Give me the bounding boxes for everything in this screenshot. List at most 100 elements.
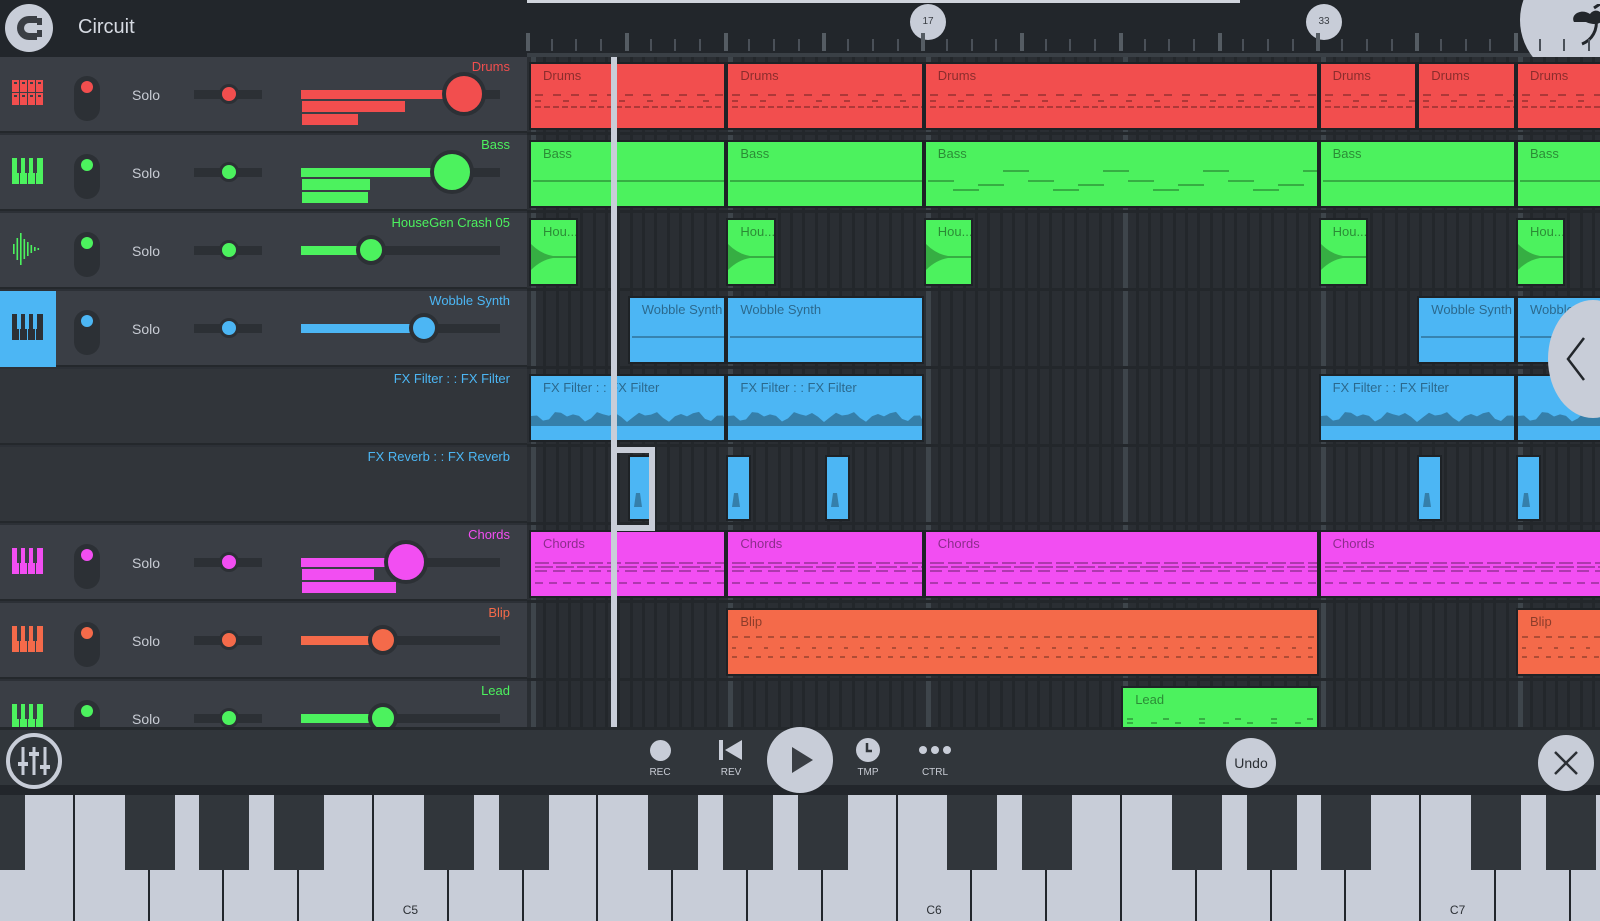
solo-button[interactable]: Solo [132, 87, 160, 103]
pattern-clip[interactable]: FX Filter : : FX Filter [726, 374, 924, 442]
channel-row[interactable]: Solo Drums [0, 57, 527, 133]
volume-knob[interactable] [384, 540, 429, 584]
mixer-button[interactable] [6, 733, 62, 789]
control-button[interactable]: CTRL [905, 733, 965, 778]
pattern-clip[interactable]: Blip [1516, 608, 1600, 676]
pattern-clip[interactable] [825, 455, 850, 521]
channel-row[interactable]: FX Reverb : : FX Reverb [0, 447, 527, 523]
black-key[interactable] [723, 795, 773, 870]
pattern-clip[interactable]: Wobble Synth [1417, 296, 1516, 364]
black-key[interactable] [1545, 795, 1596, 870]
selection-box[interactable] [611, 447, 655, 531]
pattern-clip[interactable]: Hou... [1516, 218, 1566, 286]
pan-knob[interactable] [219, 708, 239, 727]
solo-button[interactable]: Solo [132, 555, 160, 571]
black-key[interactable] [1471, 795, 1521, 870]
timeline-ruler[interactable]: 17 33 [526, 0, 1600, 80]
black-key[interactable] [1246, 795, 1297, 870]
pattern-clip[interactable]: Drums [1417, 62, 1516, 130]
pattern-clip[interactable]: Wobble Synth [627, 296, 727, 364]
black-key[interactable] [797, 795, 848, 870]
close-button[interactable] [1538, 735, 1594, 791]
pattern-clip[interactable]: Chords [726, 530, 924, 598]
channel-row[interactable]: Solo HouseGen Crash 05 [0, 213, 527, 289]
pattern-clip[interactable]: Drums [923, 62, 1319, 130]
arrangement-playlist[interactable]: Drums Drums Drums Drums Drums Drums Bass Bass Ba… [527, 57, 1600, 727]
pattern-clip[interactable]: Bass [923, 140, 1319, 208]
app-menu-button[interactable] [5, 4, 53, 52]
undo-button[interactable]: Undo [1226, 738, 1276, 788]
channel-row[interactable]: Solo Lead [0, 681, 527, 727]
pan-slider[interactable] [194, 552, 262, 572]
pan-slider[interactable] [194, 240, 262, 260]
play-button[interactable] [767, 727, 833, 793]
black-key[interactable] [0, 795, 25, 870]
playhead[interactable] [611, 57, 617, 727]
black-key[interactable] [947, 795, 998, 870]
pattern-clip[interactable]: Blip [726, 608, 1319, 676]
mute-toggle[interactable] [74, 232, 100, 277]
pan-knob[interactable] [219, 552, 239, 572]
playlist-lane[interactable] [527, 213, 1600, 291]
pattern-clip[interactable]: Bass [726, 140, 924, 208]
pattern-clip[interactable]: Chords [529, 530, 727, 598]
pan-knob[interactable] [219, 240, 239, 260]
pattern-clip[interactable]: Bass [1516, 140, 1600, 208]
pan-knob[interactable] [219, 318, 239, 338]
solo-button[interactable]: Solo [132, 633, 160, 649]
pan-slider[interactable] [194, 162, 262, 182]
pattern-clip[interactable]: Bass [529, 140, 727, 208]
pattern-clip[interactable]: Hou... [923, 218, 974, 286]
volume-knob[interactable] [442, 72, 487, 116]
channel-row[interactable]: Solo Bass [0, 135, 527, 211]
mute-toggle[interactable] [74, 700, 100, 727]
pan-knob[interactable] [219, 162, 239, 182]
channel-row[interactable]: Solo Wobble Synth [0, 291, 527, 367]
volume-slider[interactable] [301, 72, 500, 116]
channel-row[interactable]: Solo Blip [0, 603, 527, 679]
bar-marker-17[interactable]: 17 [910, 4, 946, 40]
channel-row[interactable]: Solo Chords [0, 525, 527, 601]
black-key[interactable] [1022, 795, 1073, 870]
volume-knob[interactable] [367, 625, 398, 655]
channel-instrument-button[interactable] [0, 525, 56, 601]
pattern-clip[interactable]: Chords [1318, 530, 1600, 598]
black-key[interactable] [199, 795, 250, 870]
tempo-button[interactable]: TMP [838, 733, 898, 778]
mute-toggle[interactable] [74, 544, 100, 589]
pattern-clip[interactable]: Hou... [529, 218, 579, 286]
solo-button[interactable]: Solo [132, 165, 160, 181]
volume-slider[interactable] [301, 540, 500, 584]
record-button[interactable]: REC [630, 733, 690, 778]
solo-button[interactable]: Solo [132, 321, 160, 337]
pattern-clip[interactable] [726, 455, 752, 521]
solo-button[interactable]: Solo [132, 243, 160, 259]
pan-slider[interactable] [194, 630, 262, 650]
pattern-clip[interactable]: Hou... [726, 218, 776, 286]
pattern-clip[interactable]: Drums [1516, 62, 1600, 130]
mute-toggle[interactable] [74, 310, 100, 355]
black-key[interactable] [423, 795, 474, 870]
pattern-clip[interactable]: Lead [1121, 686, 1319, 727]
playlist-lane[interactable] [527, 681, 1600, 727]
pan-knob[interactable] [219, 630, 239, 650]
pattern-clip[interactable]: Wobble Synth [726, 296, 924, 364]
black-key[interactable] [498, 795, 549, 870]
bar-marker-33[interactable]: 33 [1306, 4, 1342, 40]
black-key[interactable] [1171, 795, 1222, 870]
pattern-clip[interactable] [1516, 455, 1541, 521]
volume-slider[interactable] [301, 625, 500, 655]
volume-slider[interactable] [301, 235, 500, 265]
volume-knob[interactable] [409, 313, 440, 343]
volume-knob[interactable] [367, 703, 398, 727]
black-key[interactable] [124, 795, 175, 870]
pattern-clip[interactable]: Drums [1318, 62, 1418, 130]
channel-instrument-button[interactable] [0, 603, 56, 679]
pan-slider[interactable] [194, 84, 262, 104]
mute-toggle[interactable] [74, 622, 100, 667]
volume-slider[interactable] [301, 150, 500, 194]
black-key[interactable] [648, 795, 699, 870]
volume-knob[interactable] [430, 150, 475, 194]
pan-knob[interactable] [219, 84, 239, 104]
pan-slider[interactable] [194, 708, 262, 727]
